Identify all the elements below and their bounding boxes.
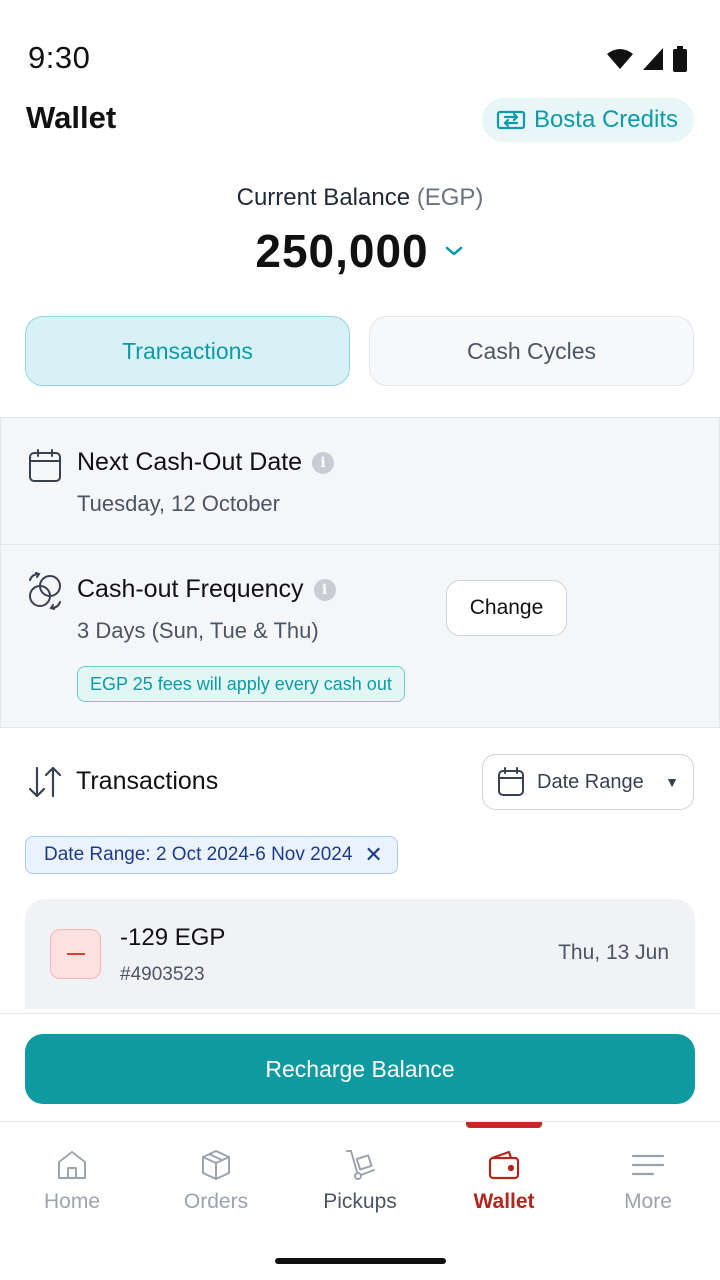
package-icon [202,1150,230,1180]
date-range-label: Date Range [537,770,644,793]
home-icon [58,1151,86,1179]
sort-arrows-icon [28,766,62,798]
tab-transactions[interactable]: Transactions [25,316,350,386]
next-cashout-title: Next Cash-Out Date i [77,448,335,477]
balance-label-text: Current Balance [236,184,411,211]
page-title: Wallet [26,100,117,135]
nav-home-label: Home [43,1190,101,1213]
battery-icon [673,46,687,72]
nav-more-label: More [624,1190,672,1213]
info-icon[interactable]: i [313,578,336,601]
change-frequency-button[interactable]: Change [446,580,567,636]
transaction-ref: #4903523 [120,964,205,985]
fee-notice-badge: EGP 25 fees will apply every cash out [77,666,405,702]
nav-pickups-label: Pickups [323,1190,397,1213]
exchange-icon [496,110,526,130]
recharge-balance-button[interactable]: Recharge Balance [25,1034,695,1104]
status-icons [606,46,688,72]
date-range-dropdown[interactable]: Date Range ▼ [482,754,694,810]
bottom-action-area: Recharge Balance [0,1013,720,1121]
bosta-credits-label: Bosta Credits [533,106,678,133]
home-indicator [275,1258,446,1264]
wallet-icon [488,1150,520,1180]
nav-wallet-label: Wallet [473,1190,535,1213]
cashout-frequency-title-text: Cash-out Frequency [77,575,304,603]
tab-cash-cycles[interactable]: Cash Cycles [369,316,694,386]
cashout-frequency-value: 3 Days (Sun, Tue & Thu) [77,618,319,643]
status-bar: 9:30 [0,0,720,100]
nav-orders-label: Orders [183,1190,249,1213]
transaction-date: Thu, 13 Jun [558,941,669,964]
signal-icon [643,48,663,70]
cashout-info-panel: Next Cash-Out Date i Tuesday, 12 October… [0,417,720,728]
wifi-icon [607,49,633,69]
close-icon[interactable]: ✕ [364,842,382,868]
menu-icon [631,1154,665,1176]
balance-unit: (EGP) [416,184,484,211]
nav-home[interactable]: Home [0,1148,144,1214]
nav-pickups[interactable]: Pickups [288,1148,432,1214]
debit-icon [50,929,101,979]
next-cashout-date: Tuesday, 12 October [77,491,280,516]
calendar-icon [498,767,524,796]
nav-orders[interactable]: Orders [144,1148,288,1214]
status-time: 9:30 [28,40,91,75]
divider [1,544,720,545]
balance-value[interactable]: 250,000 [0,224,720,278]
balance-amount: 250,000 [255,225,429,277]
transaction-amount: -129 EGP [120,924,226,951]
next-cashout-title-text: Next Cash-Out Date [77,448,303,476]
date-range-filter-chip[interactable]: Date Range: 2 Oct 2024-6 Nov 2024 ✕ [25,836,398,874]
nav-wallet[interactable]: Wallet [432,1148,576,1214]
info-icon[interactable]: i [312,451,335,474]
cycle-coins-icon [29,572,61,610]
chevron-down-icon[interactable] [443,244,465,258]
nav-more[interactable]: More [576,1148,720,1214]
hand-truck-icon [346,1150,375,1180]
calendar-icon [29,449,61,482]
filter-chip-label: Date Range: 2 Oct 2024-6 Nov 2024 [44,844,353,865]
cashout-frequency-title: Cash-out Frequency i [77,575,336,604]
caret-down-icon: ▼ [665,774,679,790]
transactions-title: Transactions [76,767,219,795]
balance-label: Current Balance (EGP) [0,184,720,212]
bottom-nav: Home Orders Pickups Wallet More [0,1121,720,1280]
transaction-row[interactable]: -129 EGP #4903523 Thu, 13 Jun [25,899,695,1009]
bosta-credits-button[interactable]: Bosta Credits [481,98,694,142]
active-tab-indicator [466,1122,542,1128]
